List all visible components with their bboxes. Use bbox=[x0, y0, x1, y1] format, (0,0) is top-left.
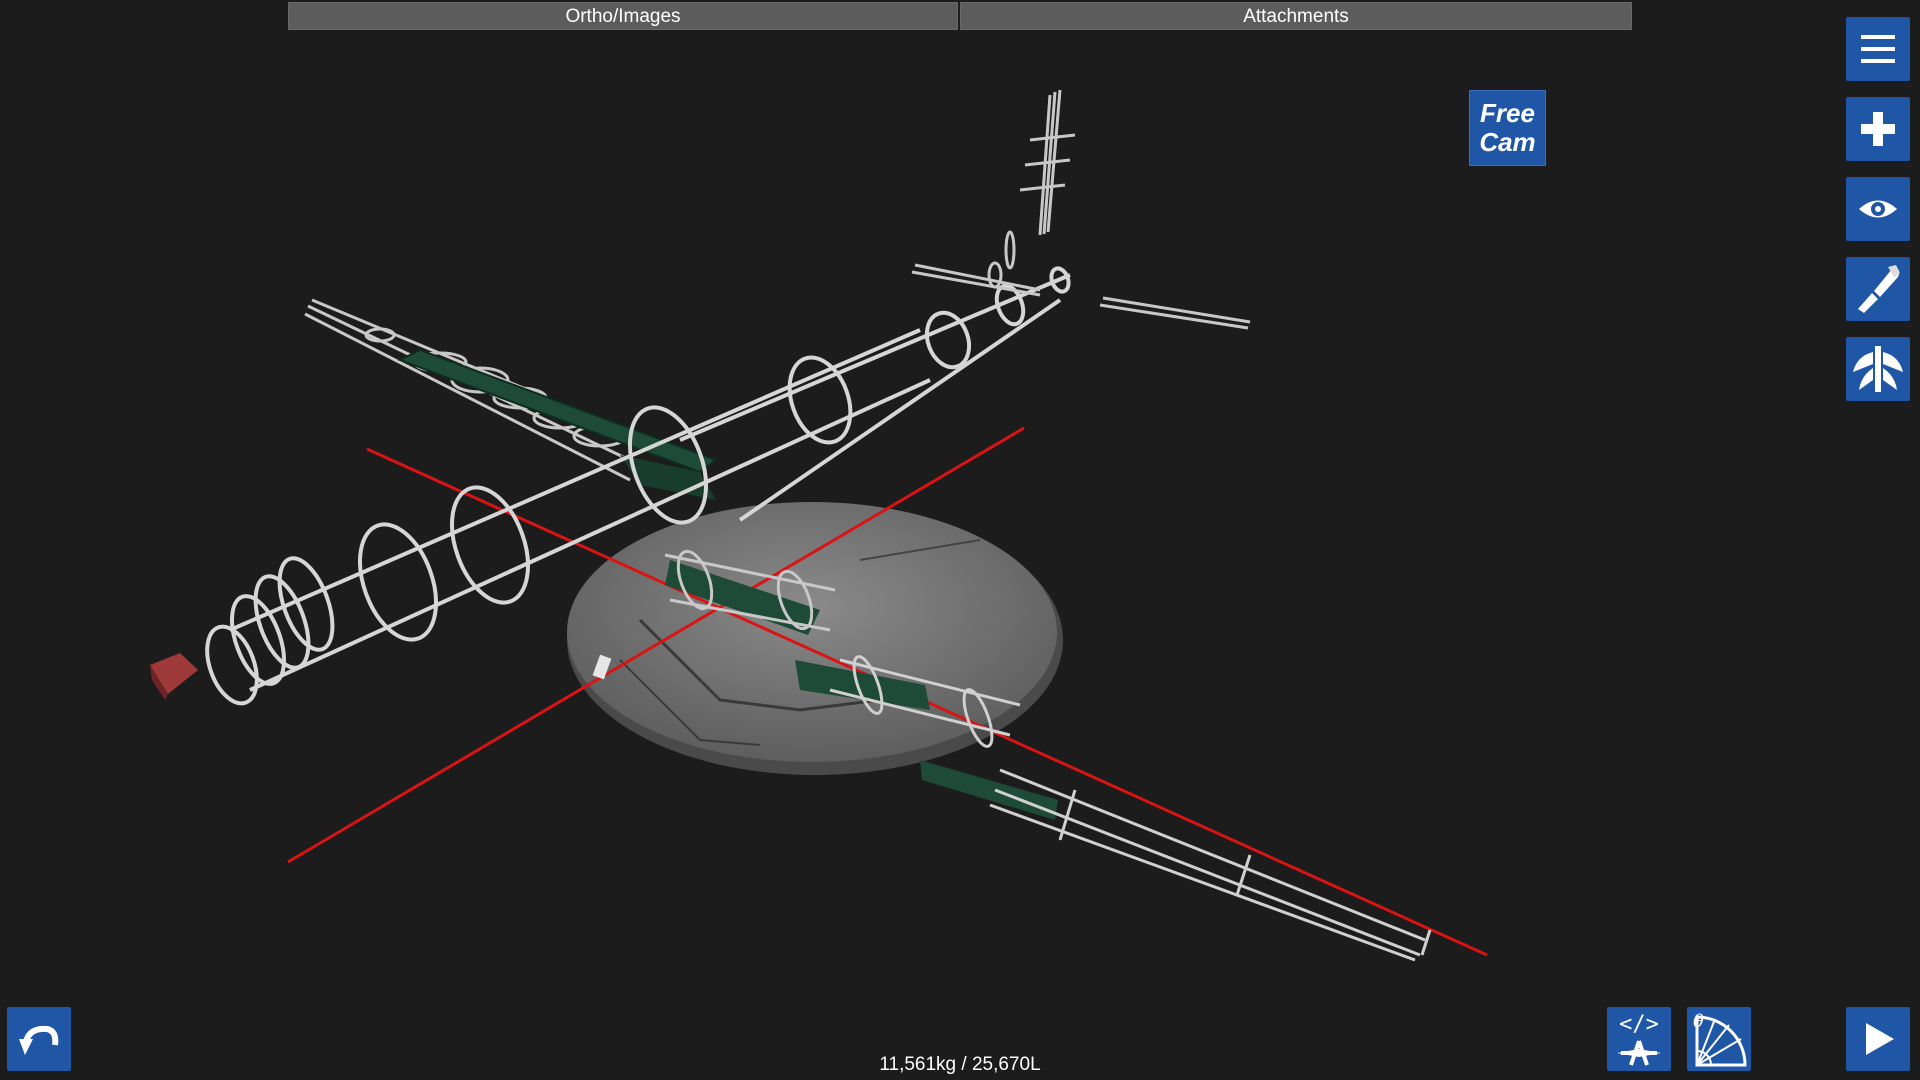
symmetry-wings-icon bbox=[1853, 346, 1903, 392]
rotation-tool-button[interactable]: θ bbox=[1687, 1007, 1751, 1071]
svg-text:</>: </> bbox=[1619, 1012, 1659, 1037]
view-toggle-button[interactable] bbox=[1846, 177, 1910, 241]
tail-assembly bbox=[911, 89, 1251, 330]
eye-icon bbox=[1859, 200, 1897, 218]
symmetry-button[interactable] bbox=[1846, 337, 1910, 401]
hamburger-menu-icon bbox=[1861, 35, 1895, 63]
right-wing-frame bbox=[795, 655, 1432, 962]
nose-marker-block bbox=[150, 653, 198, 700]
play-icon bbox=[1866, 1023, 1894, 1055]
menu-button[interactable] bbox=[1846, 17, 1910, 81]
tab-ortho-images[interactable]: Ortho/Images bbox=[288, 2, 958, 30]
free-cam-button[interactable]: Free Cam bbox=[1469, 90, 1546, 166]
aircraft-wireframe-scene[interactable] bbox=[0, 0, 1920, 1080]
plus-icon bbox=[1861, 112, 1895, 146]
rotation-angle-icon: θ bbox=[1693, 1011, 1747, 1067]
tab-attachments[interactable]: Attachments bbox=[960, 2, 1632, 30]
free-cam-label-line1: Free bbox=[1480, 98, 1535, 128]
undo-arrow-icon bbox=[19, 1025, 59, 1055]
editor-viewport[interactable]: Ortho/Images Attachments Free Cam </> θ … bbox=[0, 0, 1920, 1080]
undo-button[interactable] bbox=[7, 1007, 71, 1071]
xml-edit-button[interactable]: </> bbox=[1607, 1007, 1671, 1071]
ground-shadow-disc bbox=[567, 502, 1063, 775]
add-part-button[interactable] bbox=[1846, 97, 1910, 161]
paintbrush-icon bbox=[1858, 265, 1900, 313]
paint-button[interactable] bbox=[1846, 257, 1910, 321]
mass-fuel-readout: 11,561kg / 25,670L bbox=[879, 1054, 1041, 1075]
play-button[interactable] bbox=[1846, 1007, 1910, 1071]
free-cam-label-line2: Cam bbox=[1479, 127, 1536, 157]
xml-airplane-icon: </> bbox=[1617, 1012, 1661, 1066]
